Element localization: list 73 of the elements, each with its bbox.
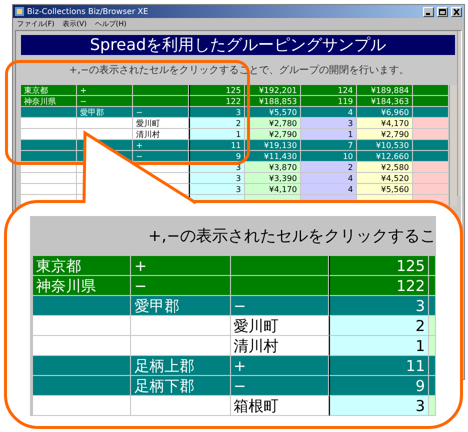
- table-cell: 125: [189, 85, 245, 96]
- table-cell: 愛川町: [133, 118, 189, 129]
- table-cell: 2: [328, 316, 429, 336]
- table-cell: ¥2,580: [357, 162, 413, 173]
- table-cell: ¥4,170: [245, 184, 301, 195]
- table-cell: 1: [328, 336, 429, 356]
- table-cell: 3: [189, 107, 245, 118]
- table-cell: 3: [189, 173, 245, 184]
- table-cell: 清川村: [133, 129, 189, 140]
- table-cell: 3: [189, 184, 245, 195]
- table-cell: 愛甲郡: [131, 296, 230, 316]
- table-cell: ¥2,790: [245, 129, 301, 140]
- table-cell: 清川村: [230, 336, 329, 356]
- table-cell: ¥4,520: [357, 173, 413, 184]
- table-cell: 足柄上郡: [131, 356, 230, 376]
- table-cell: +: [133, 140, 189, 151]
- table-cell: ¥2,790: [357, 129, 413, 140]
- table-cell: −: [230, 296, 329, 316]
- table-cell: ¥192,201: [245, 85, 301, 96]
- table-cell: 10: [301, 151, 357, 162]
- table-cell: +: [77, 85, 133, 96]
- table-cell: 4: [301, 184, 357, 195]
- table-cell: −: [230, 376, 329, 396]
- table-cell: 東京都: [33, 256, 132, 276]
- table-cell: +: [230, 356, 329, 376]
- table-cell: −: [131, 276, 230, 296]
- table-cell: 4: [301, 107, 357, 118]
- table-cell: ¥4,170: [357, 118, 413, 129]
- table-cell: 125: [328, 256, 429, 276]
- table-cell: 1: [189, 129, 245, 140]
- table-cell: 9: [328, 376, 429, 396]
- table-cell: 足柄下郡: [131, 376, 230, 396]
- table-cell: −: [133, 151, 189, 162]
- table-cell: ¥5,570: [245, 107, 301, 118]
- table-cell: 1: [301, 129, 357, 140]
- table-cell: 124: [301, 85, 357, 96]
- table-cell: ¥3,390: [245, 173, 301, 184]
- table-cell: 3: [328, 396, 429, 416]
- table-cell: 7: [301, 140, 357, 151]
- table-cell: 2: [301, 162, 357, 173]
- table-cell: ¥6,960: [357, 107, 413, 118]
- table-cell: 愛川町: [230, 316, 329, 336]
- table-cell: 神奈川県: [21, 96, 77, 107]
- table-cell: ¥11,430: [245, 151, 301, 162]
- table-cell: ¥188,853: [245, 96, 301, 107]
- table-cell: ¥5,560: [357, 184, 413, 195]
- table-cell: ¥19,130: [245, 140, 301, 151]
- table-cell: ¥12,660: [357, 151, 413, 162]
- table-cell: 122: [189, 96, 245, 107]
- table-cell: 11: [328, 356, 429, 376]
- table-cell: 愛甲郡: [77, 107, 133, 118]
- table-cell: ¥2,780: [245, 118, 301, 129]
- table-cell: +: [131, 256, 230, 276]
- table-cell: 122: [328, 276, 429, 296]
- table-cell: −: [77, 96, 133, 107]
- table-cell: ¥10,530: [357, 140, 413, 151]
- window-title: Biz-Collections Biz/Browser XE: [27, 7, 150, 16]
- table-cell: 東京都: [21, 85, 77, 96]
- instruction-text: +,−の表示されたセルをクリックするこ: [148, 226, 436, 246]
- table-cell: 9: [189, 151, 245, 162]
- table-cell: 箱根町: [230, 396, 329, 416]
- table-cell: 3: [301, 118, 357, 129]
- table-cell: 3: [328, 296, 429, 316]
- table-cell: 119: [301, 96, 357, 107]
- table-cell: 2: [189, 118, 245, 129]
- page-heading: Spreadを利用したグルーピングサンプル: [21, 35, 455, 55]
- table-cell: ¥184,363: [357, 96, 413, 107]
- table-cell: ¥3,870: [245, 162, 301, 173]
- table-cell: 4: [301, 173, 357, 184]
- table-cell: ¥189,884: [357, 85, 413, 96]
- table-cell: −: [133, 107, 189, 118]
- table-cell: 神奈川県: [33, 276, 132, 296]
- table-cell: 11: [189, 140, 245, 151]
